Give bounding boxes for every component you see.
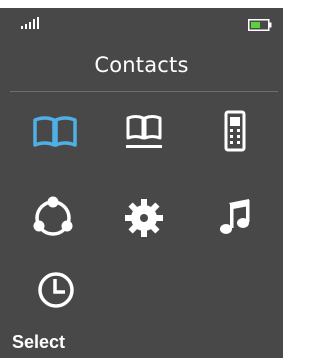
phone-screen: Contacts (0, 8, 283, 358)
settings-gear-icon (125, 199, 163, 237)
music-note-icon (220, 199, 250, 234)
menu-item-music[interactable] (205, 186, 265, 246)
status-bar (0, 8, 283, 34)
select-softkey[interactable]: Select (12, 331, 65, 353)
page-title: Contacts (94, 53, 189, 77)
menu-item-clock[interactable] (26, 261, 86, 321)
battery-icon (248, 19, 272, 31)
header-divider (10, 91, 278, 92)
address-book-icon (126, 115, 162, 148)
signal-strength-icon (21, 17, 39, 29)
connectivity-icon (33, 196, 73, 236)
menu-item-mobile-phone[interactable] (205, 102, 265, 162)
menu-item-open-book[interactable] (25, 102, 85, 162)
mobile-phone-icon (224, 110, 246, 152)
menu-item-address-book[interactable] (114, 102, 174, 162)
open-book-icon (33, 116, 77, 147)
menu-item-connectivity[interactable] (23, 186, 83, 246)
menu-item-settings[interactable] (114, 186, 174, 246)
clock-icon (38, 272, 74, 308)
